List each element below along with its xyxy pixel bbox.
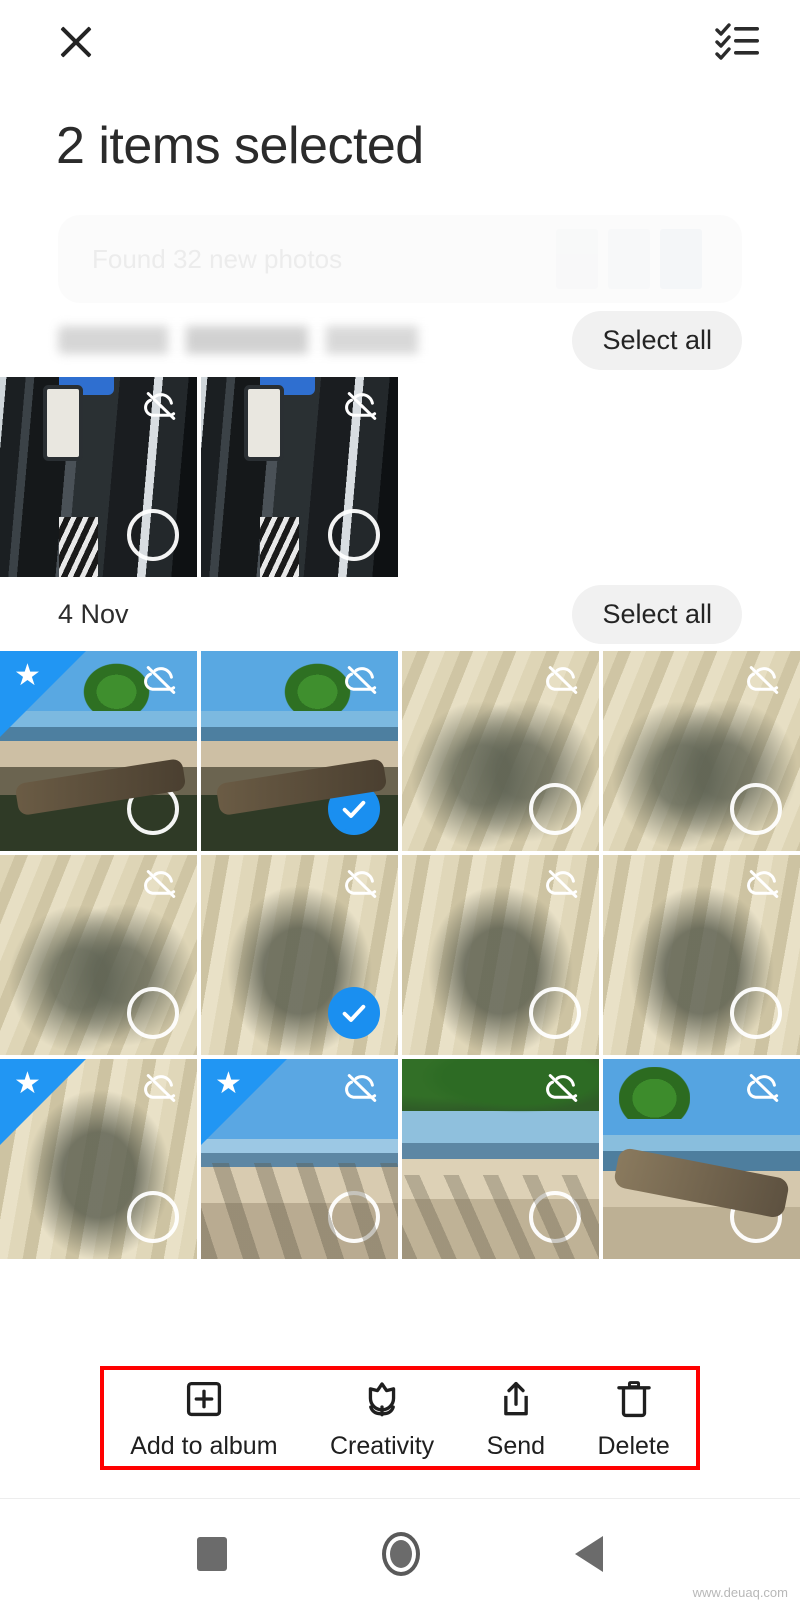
section-date-label: 4 Nov: [58, 598, 129, 629]
send-icon: [495, 1376, 537, 1422]
close-button[interactable]: [48, 14, 104, 70]
section-header: Select all: [0, 303, 800, 377]
section-label-blurred: [58, 326, 458, 355]
select-all-button-1[interactable]: Select all: [572, 584, 742, 644]
select-checkbox[interactable]: [328, 509, 380, 562]
cloud-off-icon: [345, 1074, 377, 1103]
photo-thumbnail[interactable]: ★: [201, 1059, 398, 1260]
select-checkbox[interactable]: [328, 987, 380, 1040]
select-checkbox[interactable]: [127, 509, 179, 562]
selection-action-bar: Add to album Creativity Send Delete: [100, 1366, 700, 1470]
action-label: Delete: [597, 1431, 670, 1460]
action-label: Add to album: [130, 1431, 278, 1460]
photo-thumbnail[interactable]: [201, 377, 398, 578]
checklist-icon: [715, 23, 759, 60]
star-icon: ★: [215, 1067, 242, 1101]
cloud-off-icon: [747, 666, 779, 695]
star-icon: ★: [14, 1067, 41, 1101]
found-photos-banner[interactable]: Found 32 new photos: [58, 215, 742, 304]
photo-detail: [260, 517, 300, 578]
action-label: Send: [486, 1431, 546, 1460]
cloud-off-icon: [144, 1074, 176, 1103]
delete-action[interactable]: Delete: [591, 1376, 675, 1461]
select-checkbox[interactable]: [529, 783, 581, 836]
cloud-off-icon: [345, 392, 377, 421]
photo-grid-section-0: [0, 377, 800, 578]
favorite-corner: [201, 1059, 287, 1146]
android-nav-bar: [0, 1498, 800, 1608]
select-checkbox[interactable]: [529, 1191, 581, 1244]
select-checkbox[interactable]: [730, 783, 782, 836]
select-checkbox[interactable]: [127, 1191, 179, 1244]
cloud-off-icon: [345, 666, 377, 695]
close-icon: [56, 22, 96, 62]
page-title: 2 items selected: [56, 117, 424, 175]
section-header: 4 Nov Select all: [0, 577, 800, 651]
send-action[interactable]: Send: [481, 1376, 551, 1461]
photo-thumbnail[interactable]: [0, 377, 197, 578]
add-to-album-icon: [183, 1376, 225, 1422]
banner-thumbnails: [556, 229, 702, 290]
banner-thumb: [556, 229, 598, 290]
favorite-corner: [0, 651, 86, 738]
back-triangle-icon[interactable]: [574, 1535, 603, 1572]
photo-thumbnail[interactable]: [402, 1059, 599, 1260]
banner-text: Found 32 new photos: [92, 243, 343, 274]
photo-thumbnail[interactable]: [201, 651, 398, 852]
cloud-off-icon: [747, 870, 779, 899]
photo-detail: [59, 377, 115, 396]
recents-square-icon[interactable]: [197, 1536, 228, 1571]
select-checkbox[interactable]: [127, 783, 179, 836]
select-checkbox[interactable]: [730, 987, 782, 1040]
photo-thumbnail[interactable]: [603, 855, 800, 1056]
select-checkbox[interactable]: [127, 987, 179, 1040]
home-circle-icon[interactable]: [381, 1531, 420, 1576]
select-checkbox[interactable]: [730, 1191, 782, 1244]
watermark: www.deuaq.com: [692, 1585, 788, 1600]
cloud-off-icon: [747, 1074, 779, 1103]
star-icon: ★: [14, 659, 41, 693]
photo-thumbnail[interactable]: ★: [0, 651, 197, 852]
photo-thumbnail[interactable]: [0, 855, 197, 1056]
check-icon: [342, 1005, 366, 1023]
photo-thumbnail[interactable]: [402, 651, 599, 852]
action-bar-wrapper: Add to album Creativity Send Delete: [0, 1366, 800, 1470]
photo-thumbnail[interactable]: [402, 855, 599, 1056]
photos-selection-screen: 2 items selected Found 32 new photos Sel…: [0, 0, 800, 1608]
creativity-icon: [361, 1376, 403, 1422]
top-app-bar: [0, 0, 800, 84]
cloud-off-icon: [546, 870, 578, 899]
check-icon: [342, 801, 366, 819]
add-to-album-action[interactable]: Add to album: [124, 1376, 283, 1461]
cloud-off-icon: [345, 870, 377, 899]
action-label: Creativity: [330, 1431, 435, 1460]
checklist-button[interactable]: [710, 14, 766, 70]
select-checkbox[interactable]: [328, 1191, 380, 1244]
photo-detail: [59, 517, 99, 578]
favorite-corner: [0, 1059, 86, 1146]
cloud-off-icon: [546, 1074, 578, 1103]
cloud-off-icon: [144, 392, 176, 421]
banner-thumb: [608, 229, 650, 290]
photo-thumbnail[interactable]: [603, 1059, 800, 1260]
delete-icon: [613, 1376, 655, 1422]
cloud-off-icon: [144, 666, 176, 695]
select-checkbox[interactable]: [328, 783, 380, 836]
photo-detail: [260, 377, 316, 396]
select-all-button-0[interactable]: Select all: [572, 310, 742, 370]
photo-grid-section-1: ★ ★ ★: [0, 651, 800, 1260]
banner-thumb: [660, 229, 702, 290]
cloud-off-icon: [144, 870, 176, 899]
photo-thumbnail[interactable]: ★: [0, 1059, 197, 1260]
creativity-action[interactable]: Creativity: [324, 1376, 440, 1461]
photo-thumbnail[interactable]: [603, 651, 800, 852]
select-checkbox[interactable]: [529, 987, 581, 1040]
cloud-off-icon: [546, 666, 578, 695]
photo-thumbnail[interactable]: [201, 855, 398, 1056]
